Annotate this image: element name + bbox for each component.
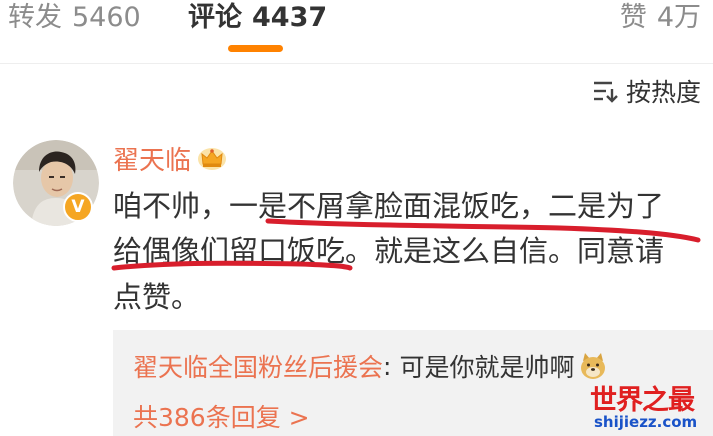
tab-bar: 转发 5460 评论 4437 赞 4万 xyxy=(0,0,713,64)
watermark: 世界之最 shijiezz.com xyxy=(590,378,710,434)
watermark-domain: shijiezz.com xyxy=(594,413,698,431)
crown-icon xyxy=(198,148,227,170)
tab-repost-count: 5460 xyxy=(72,2,141,33)
reply-item: 翟天临全国粉丝后援会: 可是你就是帅啊 xyxy=(133,348,608,384)
sort-lines-icon xyxy=(593,81,618,103)
tab-repost-label: 转发 xyxy=(8,2,62,33)
tab-comment-count: 4437 xyxy=(252,2,328,33)
reply-text: 可是你就是帅啊 xyxy=(399,353,575,382)
comment-text-line-2: 给偶像们留口饭吃。就是这么自信。同意请 xyxy=(113,234,665,268)
comment-text-line-1: 咱不帅，一是不屑拿脸面混饭吃，二是为了 xyxy=(113,189,665,223)
view-all-replies-link[interactable]: 共386条回复 > xyxy=(133,398,310,434)
comment-avatar[interactable]: V xyxy=(13,140,99,226)
comment-text-line-3: 点赞。 xyxy=(113,280,201,314)
tab-like-count: 4万 xyxy=(656,2,701,33)
comment-header: 翟天临 xyxy=(113,140,227,176)
sort-label: 按热度 xyxy=(625,78,701,107)
tab-repost[interactable]: 转发 5460 xyxy=(8,2,141,34)
tab-like[interactable]: 赞 4万 xyxy=(620,2,701,34)
tab-comment-label: 评论 xyxy=(188,2,242,33)
verified-badge: V xyxy=(63,192,93,222)
tab-comment[interactable]: 评论 4437 xyxy=(188,2,327,34)
sort-by-hot-button[interactable]: 按热度 xyxy=(592,75,701,107)
doge-icon xyxy=(581,353,606,379)
tab-like-label: 赞 xyxy=(619,2,647,33)
reply-separator: : xyxy=(383,351,392,381)
reply-author[interactable]: 翟天临全国粉丝后援会 xyxy=(133,348,383,384)
comment-username[interactable]: 翟天临 xyxy=(113,140,191,177)
active-tab-indicator xyxy=(228,45,283,52)
watermark-title: 世界之最 xyxy=(590,385,695,416)
